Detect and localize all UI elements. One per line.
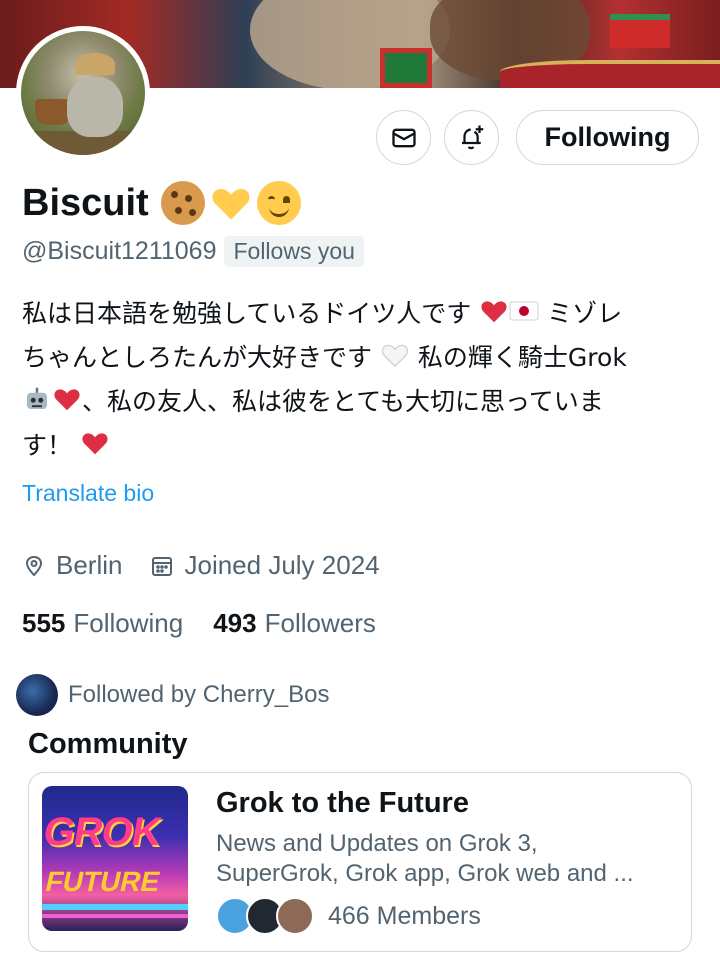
community-members: 466 Members <box>216 897 481 935</box>
white-heart-icon <box>381 344 409 368</box>
location-pin-icon <box>25 555 43 576</box>
following-count: 555 <box>22 608 66 638</box>
image-stripe <box>42 904 188 910</box>
avatar <box>276 897 314 935</box>
follows-you-badge: Follows you <box>224 236 364 267</box>
bio-line: 私は日本語を勉強しているドイツ人です ミゾレ <box>22 292 702 336</box>
handle-row: @Biscuit1211069 Follows you <box>22 236 364 267</box>
followed-by-text: Followed by Cherry_Bos <box>68 681 330 708</box>
community-image-text: FUTURE <box>42 866 163 897</box>
community-description: News and Updates on Grok 3, SuperGrok, G… <box>216 829 681 889</box>
follow-counts: 555 Following 493 Followers <box>22 608 406 639</box>
members-count: 466 Members <box>328 901 481 930</box>
profile-avatar[interactable] <box>16 26 150 160</box>
avatar-basket <box>35 99 71 125</box>
community-card[interactable]: GROK FUTURE Grok to the Future News and … <box>28 772 692 952</box>
robot-icon <box>27 387 47 409</box>
calendar-icon <box>152 556 173 576</box>
banner-sled <box>500 60 720 88</box>
display-name: Biscuit <box>22 181 149 224</box>
name-emojis <box>160 181 301 225</box>
following-label: Following <box>73 608 184 638</box>
following-button[interactable]: Following <box>516 110 699 165</box>
banner-gift <box>380 48 432 88</box>
followers-count: 493 <box>213 608 257 638</box>
banner-gift <box>610 14 670 48</box>
user-handle: @Biscuit1211069 <box>22 237 217 265</box>
bio-text: 私は日本語を勉強しているドイツ人です <box>22 299 472 328</box>
followers-count-link[interactable]: 493 Followers <box>213 608 376 639</box>
community-name: Grok to the Future <box>216 787 469 819</box>
message-button[interactable] <box>376 110 431 165</box>
community-description-line: SuperGrok, Grok app, Grok web and ... <box>216 860 634 887</box>
joined-text: Joined July 2024 <box>184 550 380 580</box>
profile-meta: Berlin Joined July 2024 <box>22 550 408 581</box>
mail-icon <box>391 128 416 147</box>
bio-text: 私の輝く騎士Grok <box>417 343 627 372</box>
bio-text: ちゃんとしろたんが大好きです <box>22 343 373 372</box>
community-image-text: GROK <box>42 810 164 854</box>
cookie-emoji-icon <box>160 181 205 225</box>
community-description-line: News and Updates on Grok 3, <box>216 830 538 857</box>
japan-flag-icon <box>509 301 539 321</box>
joined-item: Joined July 2024 <box>150 550 380 581</box>
red-heart-icon <box>54 389 80 411</box>
community-heading: Community <box>28 728 188 760</box>
red-heart-icon <box>481 301 507 323</box>
location-text: Berlin <box>56 550 123 580</box>
translate-bio-link[interactable]: Translate bio <box>22 480 154 507</box>
bell-plus-icon <box>461 125 483 149</box>
avatar <box>16 674 58 716</box>
red-heart-icon <box>82 433 108 455</box>
followers-label: Followers <box>264 608 376 638</box>
bio-text: す！ <box>22 431 73 460</box>
bio-line: ちゃんとしろたんが大好きです 私の輝く騎士Grok <box>22 336 702 380</box>
following-count-link[interactable]: 555 Following <box>22 608 183 639</box>
avatar-seal <box>67 77 123 137</box>
bio-line: す！ <box>22 424 702 468</box>
name-row: Biscuit <box>22 180 301 226</box>
bio-text: ミゾレ <box>547 299 623 328</box>
yellow-heart-icon <box>212 188 250 220</box>
profile-bio: 私は日本語を勉強しているドイツ人です ミゾレ ちゃんとしろたんが大好きです 私の… <box>22 292 702 468</box>
bio-text: 、私の友人、私は彼をとても大切に思っていま <box>82 387 604 416</box>
location-item: Berlin <box>22 550 122 581</box>
image-stripe <box>42 914 188 918</box>
followed-by-row[interactable]: Followed by Cherry_Bos <box>16 674 329 716</box>
bio-line: 、私の友人、私は彼をとても大切に思っていま <box>22 380 702 424</box>
smiling-face-icon <box>256 181 301 225</box>
community-image: GROK FUTURE <box>42 786 188 931</box>
member-avatars <box>216 897 314 935</box>
notify-button[interactable] <box>444 110 499 165</box>
avatar-hat <box>75 53 115 75</box>
